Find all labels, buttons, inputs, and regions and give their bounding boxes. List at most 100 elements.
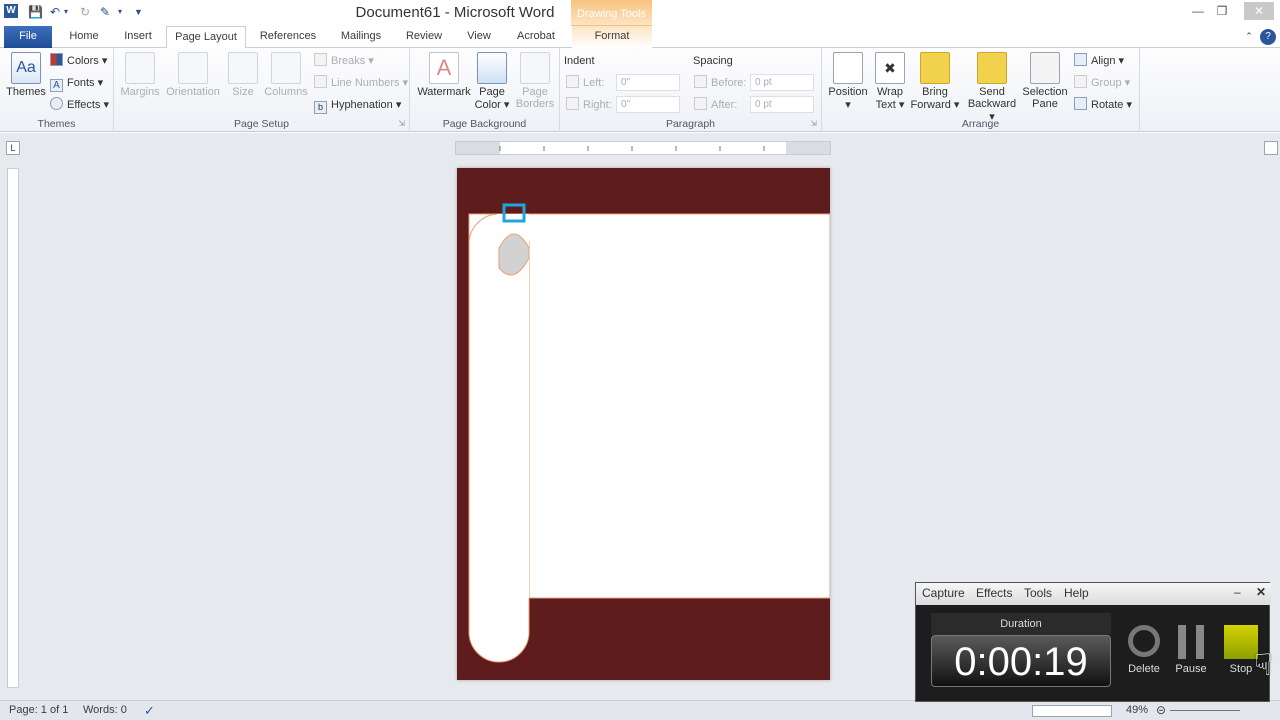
paragraph-group: Indent Left: 0" Right: 0" Spacing Before…: [560, 48, 822, 132]
stop-icon: [1224, 625, 1258, 659]
bring-forward-button[interactable]: Bring Forward ▾: [910, 52, 960, 111]
selection-pane-button[interactable]: Selection Pane: [1020, 52, 1070, 110]
recorder-minimize-icon[interactable]: –: [1234, 585, 1241, 599]
view-ruler-icon[interactable]: [1264, 141, 1278, 155]
fonts-icon: A: [50, 79, 63, 92]
page-count[interactable]: Page: 1 of 1: [9, 701, 68, 720]
status-bar: Page: 1 of 1 Words: 0 ✓ 49% ⊝: [0, 700, 1280, 720]
align-button[interactable]: Align ▾: [1074, 52, 1124, 70]
rotate-button[interactable]: Rotate ▾: [1074, 96, 1132, 114]
view-buttons[interactable]: [1032, 705, 1112, 717]
help-icon[interactable]: ?: [1260, 29, 1276, 45]
page-setup-group: Margins Orientation Size Columns Breaks …: [114, 48, 410, 132]
position-button[interactable]: Position ▾: [826, 52, 870, 111]
delete-icon: [1128, 625, 1160, 657]
send-backward-icon: [977, 52, 1007, 84]
breaks-icon: [314, 53, 327, 66]
rotate-icon: [1074, 97, 1087, 110]
spacing-after-icon: [694, 97, 707, 110]
spacing-after-field[interactable]: 0 pt: [750, 96, 814, 113]
zoom-out-icon[interactable]: ⊝: [1156, 701, 1166, 720]
tab-view[interactable]: View: [458, 26, 500, 48]
tab-review[interactable]: Review: [400, 26, 448, 48]
minimize-button[interactable]: —: [1186, 2, 1210, 20]
tab-format[interactable]: Format: [572, 26, 652, 48]
recorder-menu-capture[interactable]: Capture: [922, 586, 965, 600]
recorder-menu-effects[interactable]: Effects: [976, 586, 1012, 600]
recorder-menu-tools[interactable]: Tools: [1024, 586, 1052, 600]
proofing-icon[interactable]: ✓: [144, 701, 155, 720]
recorder-close-icon[interactable]: ✕: [1256, 585, 1266, 599]
zoom-level[interactable]: 49%: [1126, 701, 1148, 720]
page-borders-icon: [520, 52, 550, 84]
spacing-before-icon: [694, 75, 707, 88]
line-numbers-button[interactable]: Line Numbers ▾: [314, 74, 408, 92]
tab-page-layout[interactable]: Page Layout: [166, 26, 246, 49]
tab-mailings[interactable]: Mailings: [332, 26, 390, 48]
page-setup-dialog-launcher-icon[interactable]: ⇲: [398, 119, 405, 128]
close-button[interactable]: ✕: [1244, 2, 1274, 20]
drawing-tools-context-label: Drawing Tools: [571, 0, 652, 26]
themes-button[interactable]: Aa Themes: [6, 52, 46, 98]
pause-icon: [1178, 625, 1204, 659]
zoom-slider[interactable]: [1170, 710, 1240, 711]
indent-label: Indent: [564, 55, 595, 67]
wrap-text-icon: ✖: [875, 52, 905, 84]
indent-left-icon: [566, 75, 579, 88]
margins-button[interactable]: Margins: [118, 52, 162, 98]
restore-button[interactable]: ❐: [1210, 2, 1234, 20]
hyphenation-button[interactable]: b Hyphenation ▾: [314, 96, 401, 114]
themes-group-label: Themes: [37, 118, 76, 130]
watermark-button[interactable]: A Watermark: [416, 52, 472, 98]
size-button[interactable]: Size: [226, 52, 260, 98]
tab-references[interactable]: References: [254, 26, 322, 48]
selection-pane-icon: [1030, 52, 1060, 84]
word-count[interactable]: Words: 0: [83, 701, 127, 720]
tab-file[interactable]: File: [4, 26, 52, 48]
recorder-menu-help[interactable]: Help: [1064, 586, 1089, 600]
duration-label: Duration: [931, 613, 1111, 635]
hand-cursor-icon: ☟: [1254, 649, 1273, 682]
breaks-button[interactable]: Breaks ▾: [314, 52, 374, 70]
paragraph-dialog-launcher-icon[interactable]: ⇲: [810, 119, 817, 128]
indent-right-field[interactable]: 0": [616, 96, 680, 113]
align-icon: [1074, 53, 1087, 66]
colors-icon: [50, 53, 63, 66]
horizontal-ruler-ticks: [456, 142, 830, 154]
paragraph-group-label: Paragraph: [665, 118, 716, 130]
fonts-button[interactable]: A Fonts ▾: [50, 74, 103, 92]
screen-recorder-panel: Capture Effects Tools Help – ✕ Duration …: [915, 582, 1271, 702]
size-icon: [228, 52, 258, 84]
orientation-button[interactable]: Orientation: [164, 52, 222, 98]
page-background-group-label: Page Background: [442, 118, 527, 130]
page-color-icon: [477, 52, 507, 84]
tab-selector-icon[interactable]: L: [6, 141, 20, 155]
duration-timer: 0:00:19: [931, 635, 1111, 687]
page-color-button[interactable]: Page Color ▾: [472, 52, 512, 111]
page-borders-button[interactable]: Page Borders: [514, 52, 556, 110]
minimize-ribbon-icon[interactable]: ⌃: [1242, 26, 1256, 48]
pause-recording-button[interactable]: Pause: [1169, 625, 1213, 675]
themes-group: Aa Themes Colors ▾ A Fonts ▾ Effects ▾ Th…: [0, 48, 114, 132]
columns-button[interactable]: Columns: [262, 52, 310, 98]
tab-acrobat[interactable]: Acrobat: [510, 26, 562, 48]
indent-left-label: Left:: [566, 74, 604, 92]
tab-insert[interactable]: Insert: [116, 26, 160, 48]
tab-home[interactable]: Home: [62, 26, 106, 48]
delete-recording-button[interactable]: Delete: [1122, 625, 1166, 675]
watermark-icon: A: [429, 52, 459, 84]
group-button[interactable]: Group ▾: [1074, 74, 1130, 92]
ribbon-tabs: File Home Insert Page Layout References …: [0, 26, 1280, 49]
vertical-ruler[interactable]: [7, 168, 19, 688]
indent-left-field[interactable]: 0": [616, 74, 680, 91]
spacing-after-label: After:: [694, 96, 737, 114]
horizontal-ruler[interactable]: [455, 141, 831, 155]
document-page[interactable]: [457, 168, 831, 680]
colors-button[interactable]: Colors ▾: [50, 52, 107, 70]
effects-button[interactable]: Effects ▾: [50, 96, 109, 114]
wrap-text-button[interactable]: ✖ Wrap Text ▾: [872, 52, 908, 111]
effects-icon: [50, 97, 63, 110]
send-backward-button[interactable]: Send Backward ▾: [964, 52, 1020, 123]
group-icon: [1074, 75, 1087, 88]
spacing-before-field[interactable]: 0 pt: [750, 74, 814, 91]
